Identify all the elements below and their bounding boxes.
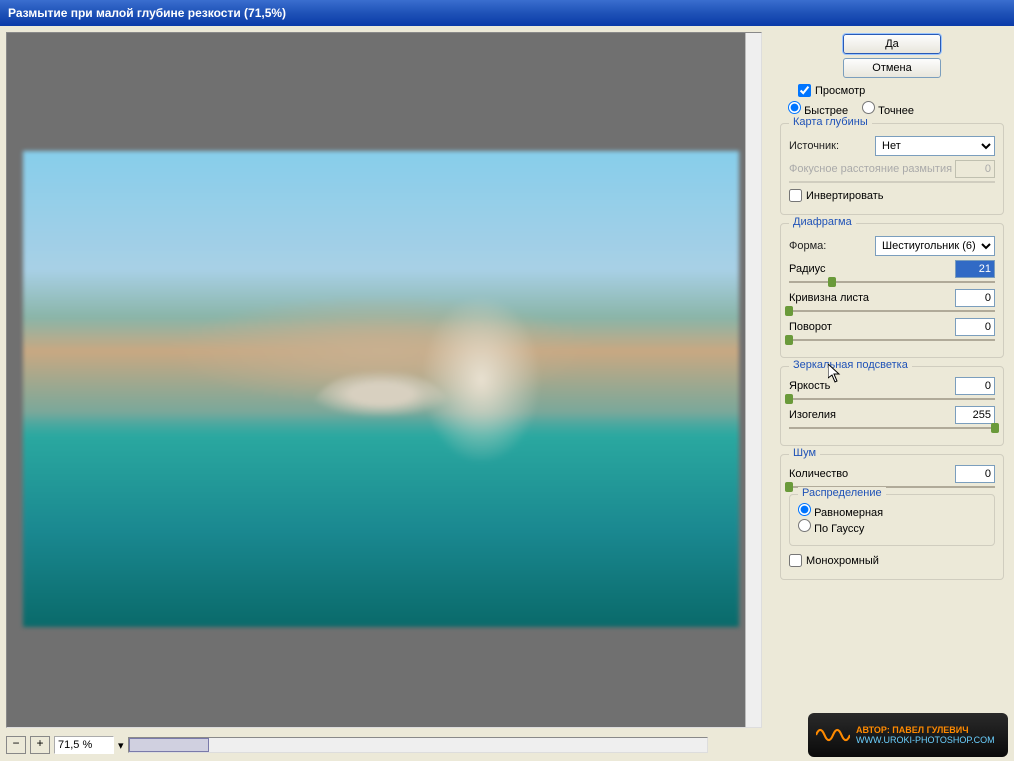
threshold-label: Изогелия: [789, 409, 836, 421]
shape-label: Форма:: [789, 240, 826, 252]
distribution-title: Распределение: [798, 487, 886, 499]
specular-title: Зеркальная подсветка: [789, 359, 912, 371]
invert-checkbox[interactable]: [789, 189, 802, 202]
gaussian-radio[interactable]: По Гауссу: [798, 523, 864, 535]
rotation-label: Поворот: [789, 321, 832, 333]
mono-checkbox[interactable]: [789, 554, 802, 567]
quality-accurate-radio[interactable]: Точнее: [862, 101, 914, 117]
preview-image[interactable]: [23, 151, 739, 627]
source-select[interactable]: Нет: [875, 136, 995, 156]
brightness-slider[interactable]: [789, 398, 995, 400]
mono-label: Монохромный: [806, 555, 879, 567]
noise-title: Шум: [789, 447, 820, 459]
watermark-logo: АВТОР: ПАВЕЛ ГУЛЕВИЧ WWW.UROKI-PHOTOSHOP…: [808, 713, 1008, 757]
chevron-down-icon[interactable]: ▾: [118, 739, 124, 752]
zoom-in-button[interactable]: +: [30, 736, 50, 754]
noise-group: Шум Количество Распределение Равномерная…: [780, 454, 1004, 580]
settings-panel: Да Отмена Просмотр Быстрее Точнее Карта …: [770, 26, 1014, 758]
zoom-out-button[interactable]: −: [6, 736, 26, 754]
amount-label: Количество: [789, 468, 848, 480]
focal-input: [955, 160, 995, 178]
rotation-slider[interactable]: [789, 339, 995, 341]
curvature-input[interactable]: [955, 289, 995, 307]
cancel-button[interactable]: Отмена: [843, 58, 941, 78]
radius-slider[interactable]: [789, 281, 995, 283]
radius-label: Радиус: [789, 263, 826, 275]
threshold-input[interactable]: [955, 406, 995, 424]
window-title: Размытие при малой глубине резкости (71,…: [0, 0, 1014, 26]
brightness-label: Яркость: [789, 380, 830, 392]
zoom-value-input[interactable]: [54, 736, 114, 754]
uniform-radio[interactable]: Равномерная: [798, 507, 883, 519]
ok-button[interactable]: Да: [843, 34, 941, 54]
radius-input[interactable]: [955, 260, 995, 278]
iris-title: Диафрагма: [789, 216, 856, 228]
specular-group: Зеркальная подсветка Яркость Изогелия: [780, 366, 1004, 446]
preview-checkbox-label: Просмотр: [815, 85, 865, 97]
iris-group: Диафрагма Форма: Шестиугольник (6) Радиу…: [780, 223, 1004, 358]
quality-fast-radio[interactable]: Быстрее: [788, 101, 848, 117]
curvature-slider[interactable]: [789, 310, 995, 312]
source-label: Источник:: [789, 140, 839, 152]
scrollbar-horizontal[interactable]: [128, 737, 708, 753]
logo-site: WWW.UROKI-PHOTOSHOP.COM: [856, 735, 995, 745]
brightness-input[interactable]: [955, 377, 995, 395]
invert-label: Инвертировать: [806, 190, 883, 202]
focal-slider: [789, 181, 995, 183]
threshold-slider[interactable]: [789, 427, 995, 429]
scrollbar-vertical[interactable]: [745, 33, 761, 727]
depthmap-title: Карта глубины: [789, 116, 872, 128]
depthmap-group: Карта глубины Источник: Нет Фокусное рас…: [780, 123, 1004, 215]
focal-label: Фокусное расстояние размытия: [789, 163, 952, 175]
curvature-label: Кривизна листа: [789, 292, 869, 304]
preview-pane: − + ▾: [0, 26, 770, 758]
shape-select[interactable]: Шестиугольник (6): [875, 236, 995, 256]
distribution-group: Распределение Равномерная По Гауссу: [789, 494, 995, 546]
rotation-input[interactable]: [955, 318, 995, 336]
preview-frame[interactable]: [6, 32, 762, 728]
preview-checkbox[interactable]: [798, 84, 811, 97]
amount-input[interactable]: [955, 465, 995, 483]
logo-author: АВТОР: ПАВЕЛ ГУЛЕВИЧ: [856, 725, 995, 735]
